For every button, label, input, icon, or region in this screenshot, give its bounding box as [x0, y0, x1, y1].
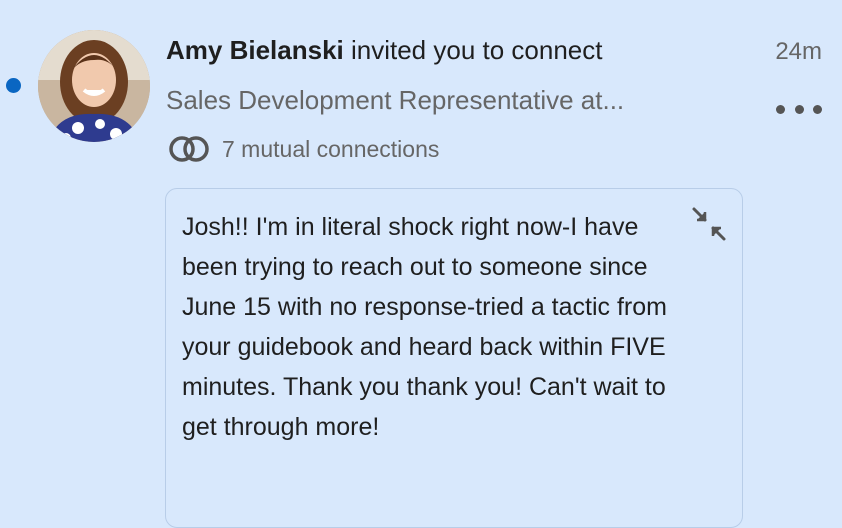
- more-options-icon-dot: [794, 104, 804, 114]
- unread-indicator: [6, 78, 21, 93]
- more-options-button[interactable]: [776, 100, 822, 118]
- mutual-connections-label: 7 mutual connections: [222, 135, 440, 162]
- invitation-action-text: invited you to connect: [343, 35, 603, 65]
- avatar[interactable]: [38, 30, 150, 142]
- invitation-card[interactable]: Amy Bielanski invited you to connect 24m…: [0, 0, 842, 528]
- collapse-icon: [692, 207, 726, 241]
- sender-name[interactable]: Amy Bielanski: [166, 35, 344, 65]
- mutual-connections-icon: [169, 136, 209, 162]
- message-text: Josh!! I'm in literal shock right now-I …: [182, 213, 667, 441]
- invitation-headline[interactable]: Amy Bielanski invited you to connect: [166, 33, 602, 67]
- invitation-message: Josh!! I'm in literal shock right now-I …: [165, 188, 743, 528]
- more-options-icon: [776, 104, 785, 114]
- sender-headline: Sales Development Representative at...: [166, 85, 625, 115]
- collapse-button[interactable]: [690, 205, 728, 243]
- timestamp: 24m: [775, 38, 822, 65]
- avatar-photo: [38, 30, 150, 142]
- mutual-connections[interactable]: 7 mutual connections: [168, 134, 439, 164]
- more-options-icon-dot: [813, 104, 822, 114]
